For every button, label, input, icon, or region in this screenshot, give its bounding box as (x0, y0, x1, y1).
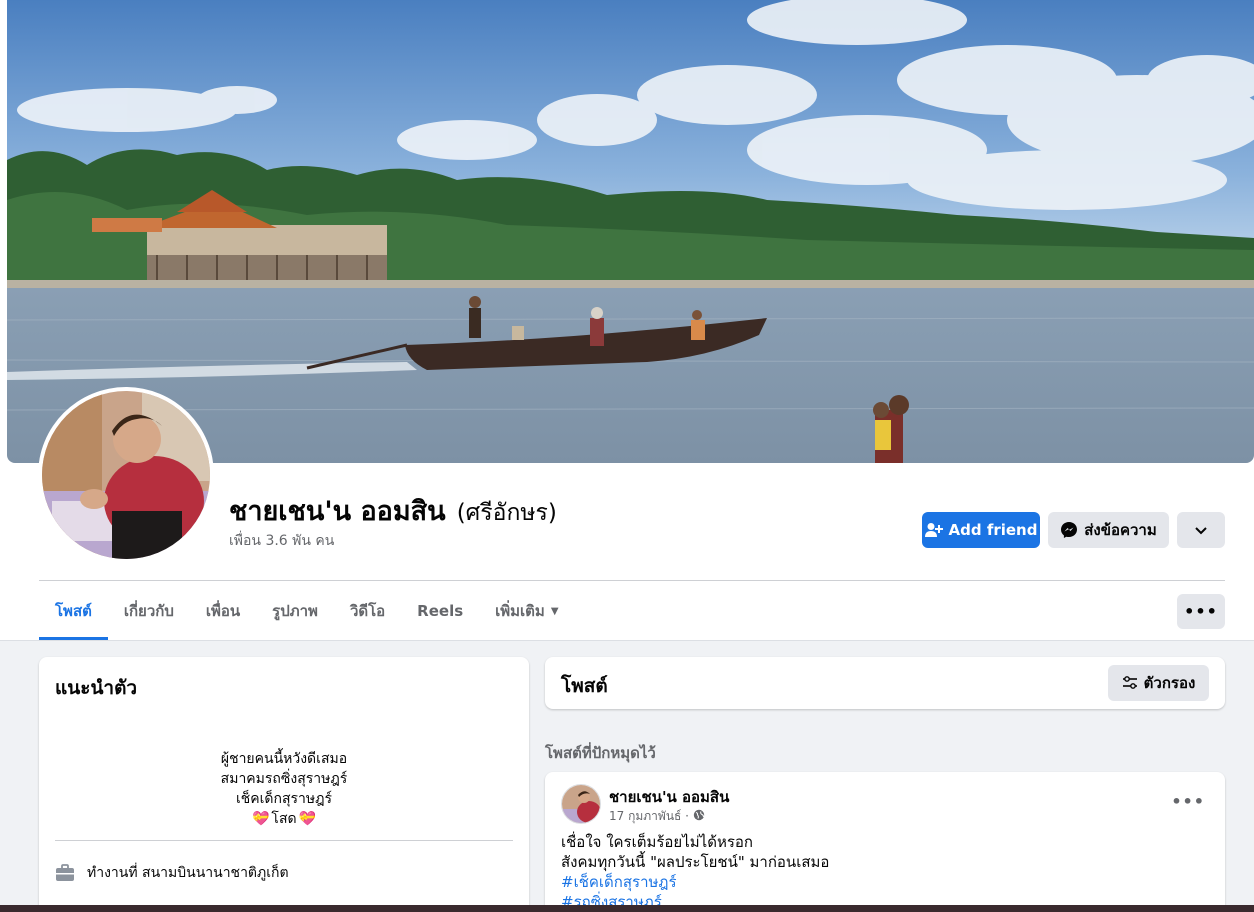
profile-name: ชายเชน'น ออมสิน (ศรีอักษร) (229, 489, 557, 532)
post-date[interactable]: 17 กุมภาพันธ์ · (609, 807, 689, 826)
post-author-name[interactable]: ชายเชน'น ออมสิน (609, 785, 729, 809)
tab-more[interactable]: เพิ่มเติม ▼ (479, 582, 574, 640)
messenger-icon (1060, 521, 1078, 539)
profile-tabs: โพสต์ เกี่ยวกับ เพื่อน รูปภาพ วิดีโอ Ree… (39, 582, 575, 640)
pinned-posts-label: โพสต์ที่ปักหมุดไว้ (545, 744, 656, 762)
friends-count[interactable]: เพื่อน 3.6 พัน คน (229, 530, 334, 552)
bio-line: ผู้ชายคนนี้หวังดีเสมอ (220, 751, 348, 767)
add-friend-label: Add friend (948, 521, 1038, 539)
profile-options-button[interactable] (1177, 512, 1225, 548)
bio-line: 💝 โสด 💝 (39, 809, 529, 829)
posts-title: โพสต์ (561, 675, 608, 697)
briefcase-icon (55, 863, 75, 883)
more-dots-button[interactable]: ••• (1177, 594, 1225, 629)
profile-avatar[interactable] (38, 387, 214, 563)
heart-emoji-icon: 💝 (298, 811, 317, 827)
taskbar-edge (0, 905, 1254, 912)
bio-status: โสด (271, 811, 297, 827)
filter-icon (1122, 676, 1138, 690)
post-line: เชื่อใจ ใครเต็มร้อยไม่ได้หรอก (561, 833, 753, 851)
intro-title: แนะนำตัว (55, 677, 138, 699)
posts-header-card: โพสต์ ตัวกรอง (545, 657, 1225, 709)
filter-button[interactable]: ตัวกรอง (1108, 665, 1209, 701)
bio: ผู้ชายคนนี้หวังดีเสมอ สมาคมรถซิ่งสุราษฎร… (39, 749, 529, 829)
message-label: ส่งข้อความ (1084, 521, 1157, 539)
tab-reels[interactable]: Reels (401, 582, 479, 640)
filter-label: ตัวกรอง (1143, 674, 1196, 692)
tab-more-label: เพิ่มเติม (495, 602, 545, 620)
heart-emoji-icon: 💝 (251, 811, 270, 827)
intro-divider (55, 840, 513, 841)
post-body: เชื่อใจ ใครเต็มร้อยไม่ได้หรอก สังคมทุกวั… (561, 832, 829, 912)
tab-photos[interactable]: รูปภาพ (256, 582, 334, 640)
post-options-button[interactable]: ••• (1171, 792, 1205, 811)
message-button[interactable]: ส่งข้อความ (1048, 512, 1169, 548)
pinned-post: ชายเชน'น ออมสิน 17 กุมภาพันธ์ · ••• เชื่… (545, 772, 1225, 912)
profile-name-main: ชายเชน'น ออมสิน (229, 496, 446, 527)
profile-name-alt: (ศรีอักษร) (456, 500, 557, 526)
post-hashtag[interactable]: #เช็คเด็กสุราษฎร์ (561, 872, 829, 892)
more-dots-icon: ••• (1171, 792, 1205, 811)
post-line: สังคมทุกวันนี้ "ผลประโยชน์" มาก่อนเสมอ (561, 853, 830, 871)
bio-line: สมาคมรถซิ่งสุราษฎร์ (220, 771, 348, 787)
work-row: ทำงานที่ สนามบินนานาชาติภูเก็ต (55, 862, 289, 884)
add-friend-icon (924, 522, 943, 538)
add-friend-button[interactable]: Add friend (922, 512, 1040, 548)
tab-friends[interactable]: เพื่อน (190, 582, 256, 640)
tab-posts[interactable]: โพสต์ (39, 582, 108, 640)
bio-line: เช็คเด็กสุราษฎร์ (235, 791, 333, 807)
more-dots-icon: ••• (1184, 602, 1218, 621)
tab-about[interactable]: เกี่ยวกับ (108, 582, 190, 640)
chevron-down-icon (1195, 521, 1207, 539)
cover-photo[interactable] (7, 0, 1254, 463)
header-divider (39, 580, 1225, 581)
work-text: ทำงานที่ สนามบินนานาชาติภูเก็ต (87, 865, 289, 881)
left-edge (0, 0, 7, 463)
post-author-avatar[interactable] (561, 784, 601, 824)
post-meta: 17 กุมภาพันธ์ · (609, 807, 705, 826)
caret-down-icon: ▼ (550, 605, 559, 617)
tab-videos[interactable]: วิดีโอ (334, 582, 401, 640)
globe-icon (693, 809, 705, 824)
intro-card: แนะนำตัว ผู้ชายคนนี้หวังดีเสมอ สมาคมรถซิ… (39, 657, 529, 912)
